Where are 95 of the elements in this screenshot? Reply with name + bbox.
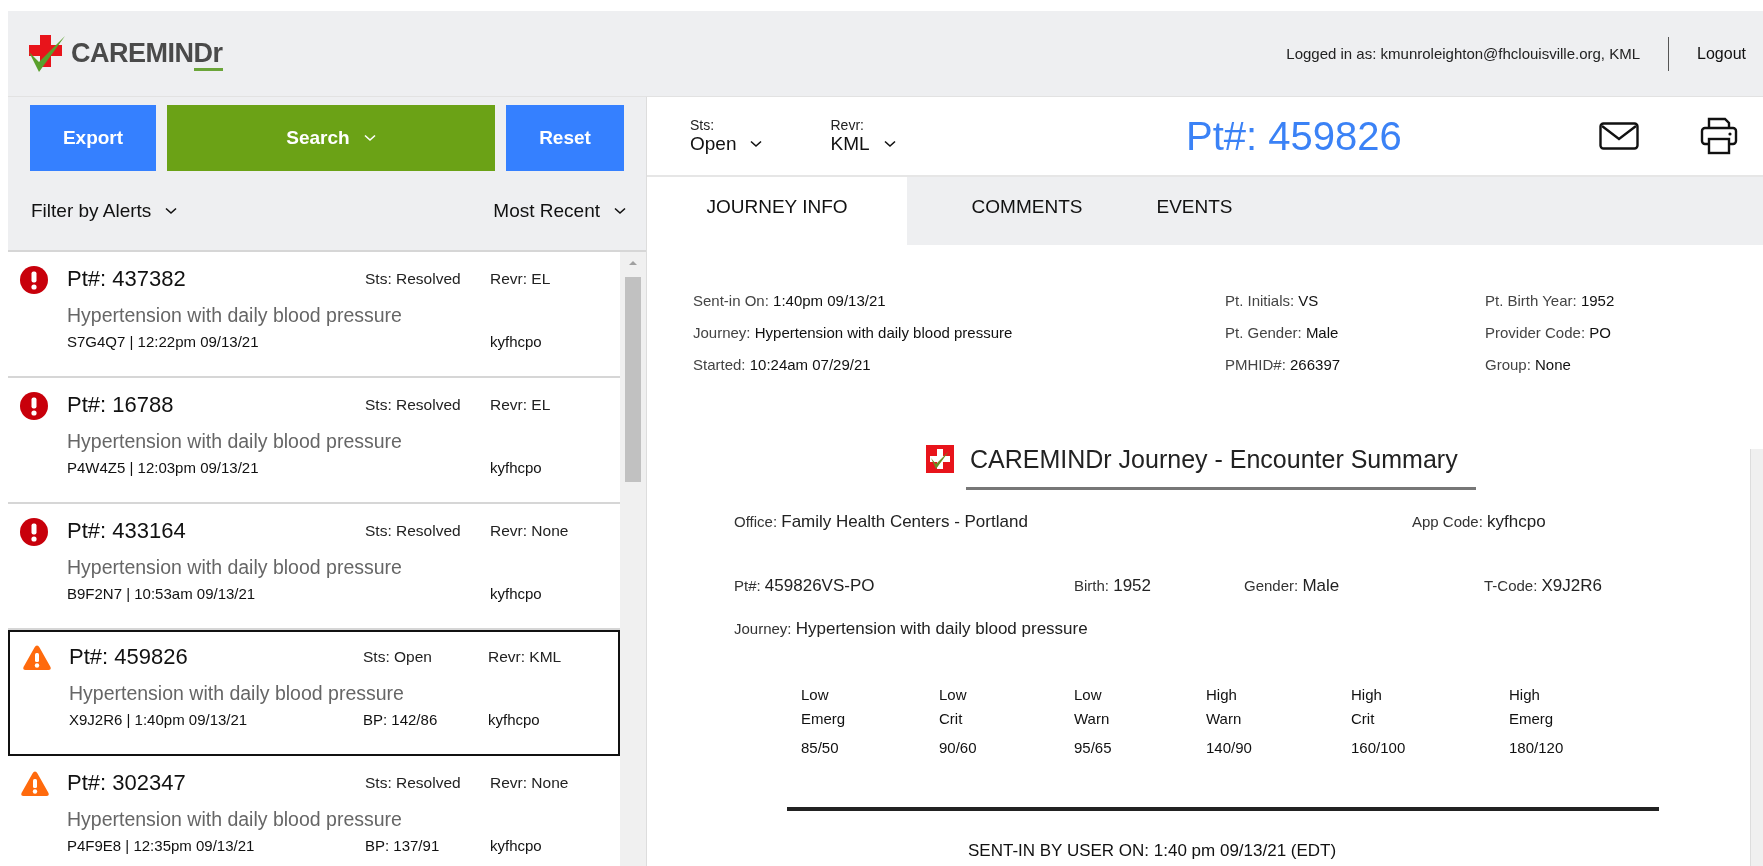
patient-number: Pt#: 437382	[67, 266, 187, 292]
alert-icon	[20, 392, 48, 420]
info-field: Provider Code: PO	[1485, 324, 1615, 341]
threshold-label: High Crit	[1351, 685, 1383, 729]
journey-text: Hypertension with daily blood pressure	[69, 682, 405, 705]
info-field: Sent-in On: 1:40pm 09/13/21	[693, 292, 1225, 309]
patient-number: Pt#: 16788	[67, 392, 175, 418]
patient-number: Pt#: 459826	[69, 644, 189, 670]
sent-in-text: SENT-IN BY USER ON: 1:40 pm 09/13/21 (EDT)	[967, 841, 1338, 861]
summary-title: CAREMINDr Journey - Encounter Summary	[970, 444, 1458, 474]
caret-icon	[883, 140, 896, 148]
status-text: Sts: Resolved	[365, 396, 462, 414]
tab[interactable]: COMMENTS	[907, 177, 1147, 245]
caret-icon	[750, 140, 763, 148]
mail-icon[interactable]	[1599, 122, 1639, 150]
threshold-value: 180/120	[1509, 739, 1564, 756]
info-field: Pt. Birth Year: 1952	[1485, 292, 1615, 309]
threshold-value: 85/50	[801, 739, 840, 756]
patient-title: Pt#: 459826	[1186, 113, 1403, 159]
threshold-value: 95/65	[1074, 739, 1113, 756]
info-field: Pt. Initials: VS	[1225, 292, 1485, 309]
journey-text: Hypertension with daily blood pressure	[67, 556, 403, 579]
info-field: Journey: Hypertension with daily blood pressure	[693, 324, 1225, 341]
journey-text: Hypertension with daily blood pressure	[67, 430, 403, 453]
threshold-value: 160/100	[1351, 739, 1407, 756]
filter-dropdown[interactable]: Filter by Alerts	[31, 199, 178, 222]
alert-icon	[20, 266, 48, 294]
code-time-text: X9J2R6 | 1:40pm 09/13/21	[69, 711, 249, 728]
reviewer-text: Revr: EL	[490, 270, 552, 288]
code-time-text: P4W4Z5 | 12:03pm 09/13/21	[67, 459, 260, 476]
app-code-text: kyfhcpo	[488, 711, 541, 728]
summary-field: Pt#: 459826VS-PO	[734, 576, 1074, 619]
threshold-label: Low Warn	[1074, 685, 1111, 729]
patient-number: Pt#: 433164	[67, 518, 187, 544]
warning-icon	[22, 644, 52, 671]
threshold-label: Low Crit	[939, 685, 968, 729]
status-text: Sts: Resolved	[365, 774, 462, 792]
scrollbar[interactable]	[620, 252, 646, 866]
scrollbar[interactable]	[1750, 449, 1763, 866]
summary-field: Office: Family Health Centers - Portland	[734, 512, 1412, 576]
reviewer-text: Revr: None	[490, 774, 570, 792]
threshold-label: Low Emerg	[801, 685, 847, 729]
action-button[interactable]: Reset	[506, 105, 624, 171]
print-icon[interactable]	[1699, 116, 1739, 156]
status-text: Sts: Resolved	[365, 522, 462, 540]
app-code-text: kyfhcpo	[490, 459, 543, 476]
caret-icon	[614, 206, 626, 215]
info-field: Group: None	[1485, 356, 1615, 373]
summary-field: App Code: kyfhcpo	[1412, 512, 1546, 576]
journey-text: Hypertension with daily blood pressure	[67, 808, 403, 831]
status-text: Sts: Resolved	[365, 270, 462, 288]
select-dropdown[interactable]: Open	[690, 133, 763, 155]
app-code-text: kyfhcpo	[490, 585, 543, 602]
warning-icon	[20, 770, 50, 797]
patient-number: Pt#: 302347	[67, 770, 187, 796]
info-field: Pt. Gender: Male	[1225, 324, 1485, 341]
caret-icon	[165, 206, 178, 215]
app-code-text: kyfhcpo	[490, 837, 543, 854]
logo-icon	[926, 445, 954, 473]
logout-link[interactable]: Logout	[1669, 44, 1763, 63]
scroll-up-icon	[628, 260, 638, 266]
tab[interactable]: EVENTS	[1147, 177, 1242, 245]
code-time-text: P4F9E8 | 12:35pm 09/13/21	[67, 837, 256, 854]
action-button[interactable]: Export	[30, 105, 156, 171]
field-label: Revr:	[830, 117, 865, 133]
reviewer-text: Revr: KML	[488, 648, 563, 666]
filter-dropdown[interactable]: Most Recent	[493, 199, 626, 222]
threshold-value: 90/60	[939, 739, 978, 756]
code-time-text: B9F2N7 | 10:53am 09/13/21	[67, 585, 257, 602]
patient-list-item[interactable]: Pt#: 459826 Sts: Open Revr: KML Hypertension with daily blood pressure X9J2R6 | 1:40pm 09/13/21 BP: 142/86 kyfhcpo	[8, 630, 620, 756]
code-time-text: S7G4Q7 | 12:22pm 09/13/21	[67, 333, 260, 350]
journey-text: Hypertension with daily blood pressure	[67, 304, 403, 327]
bp-text: BP: 142/86	[363, 711, 439, 728]
info-field: PMHID#: 266397	[1225, 356, 1485, 373]
reviewer-text: Revr: EL	[490, 396, 552, 414]
summary-field: T-Code: X9J2R6	[1484, 576, 1602, 619]
threshold-label: High Emerg	[1509, 685, 1555, 729]
app-code-text: kyfhcpo	[490, 333, 543, 350]
summary-field: Birth: 1952	[1074, 576, 1244, 619]
tab[interactable]: JOURNEY INFO	[647, 177, 907, 245]
reviewer-text: Revr: None	[490, 522, 570, 540]
summary-field: Gender: Male	[1244, 576, 1484, 619]
threshold-value: 140/90	[1206, 739, 1253, 756]
select-dropdown[interactable]: KML	[830, 133, 896, 155]
caret-icon	[363, 134, 376, 142]
summary-field: Journey: Hypertension with daily blood pressure	[734, 619, 1088, 639]
scroll-thumb[interactable]	[625, 277, 641, 482]
bp-text: BP: 137/91	[365, 837, 441, 854]
login-text: Logged in as: kmunroleighton@fhclouisville.org, KML	[1286, 45, 1641, 62]
threshold-label: High Warn	[1206, 685, 1243, 729]
info-field: Started: 10:24am 07/29/21	[693, 356, 1225, 373]
status-text: Sts: Open	[363, 648, 433, 666]
alert-icon	[20, 518, 48, 546]
logo-text: CAREMINDr	[71, 38, 223, 69]
field-label: Sts:	[690, 117, 716, 133]
